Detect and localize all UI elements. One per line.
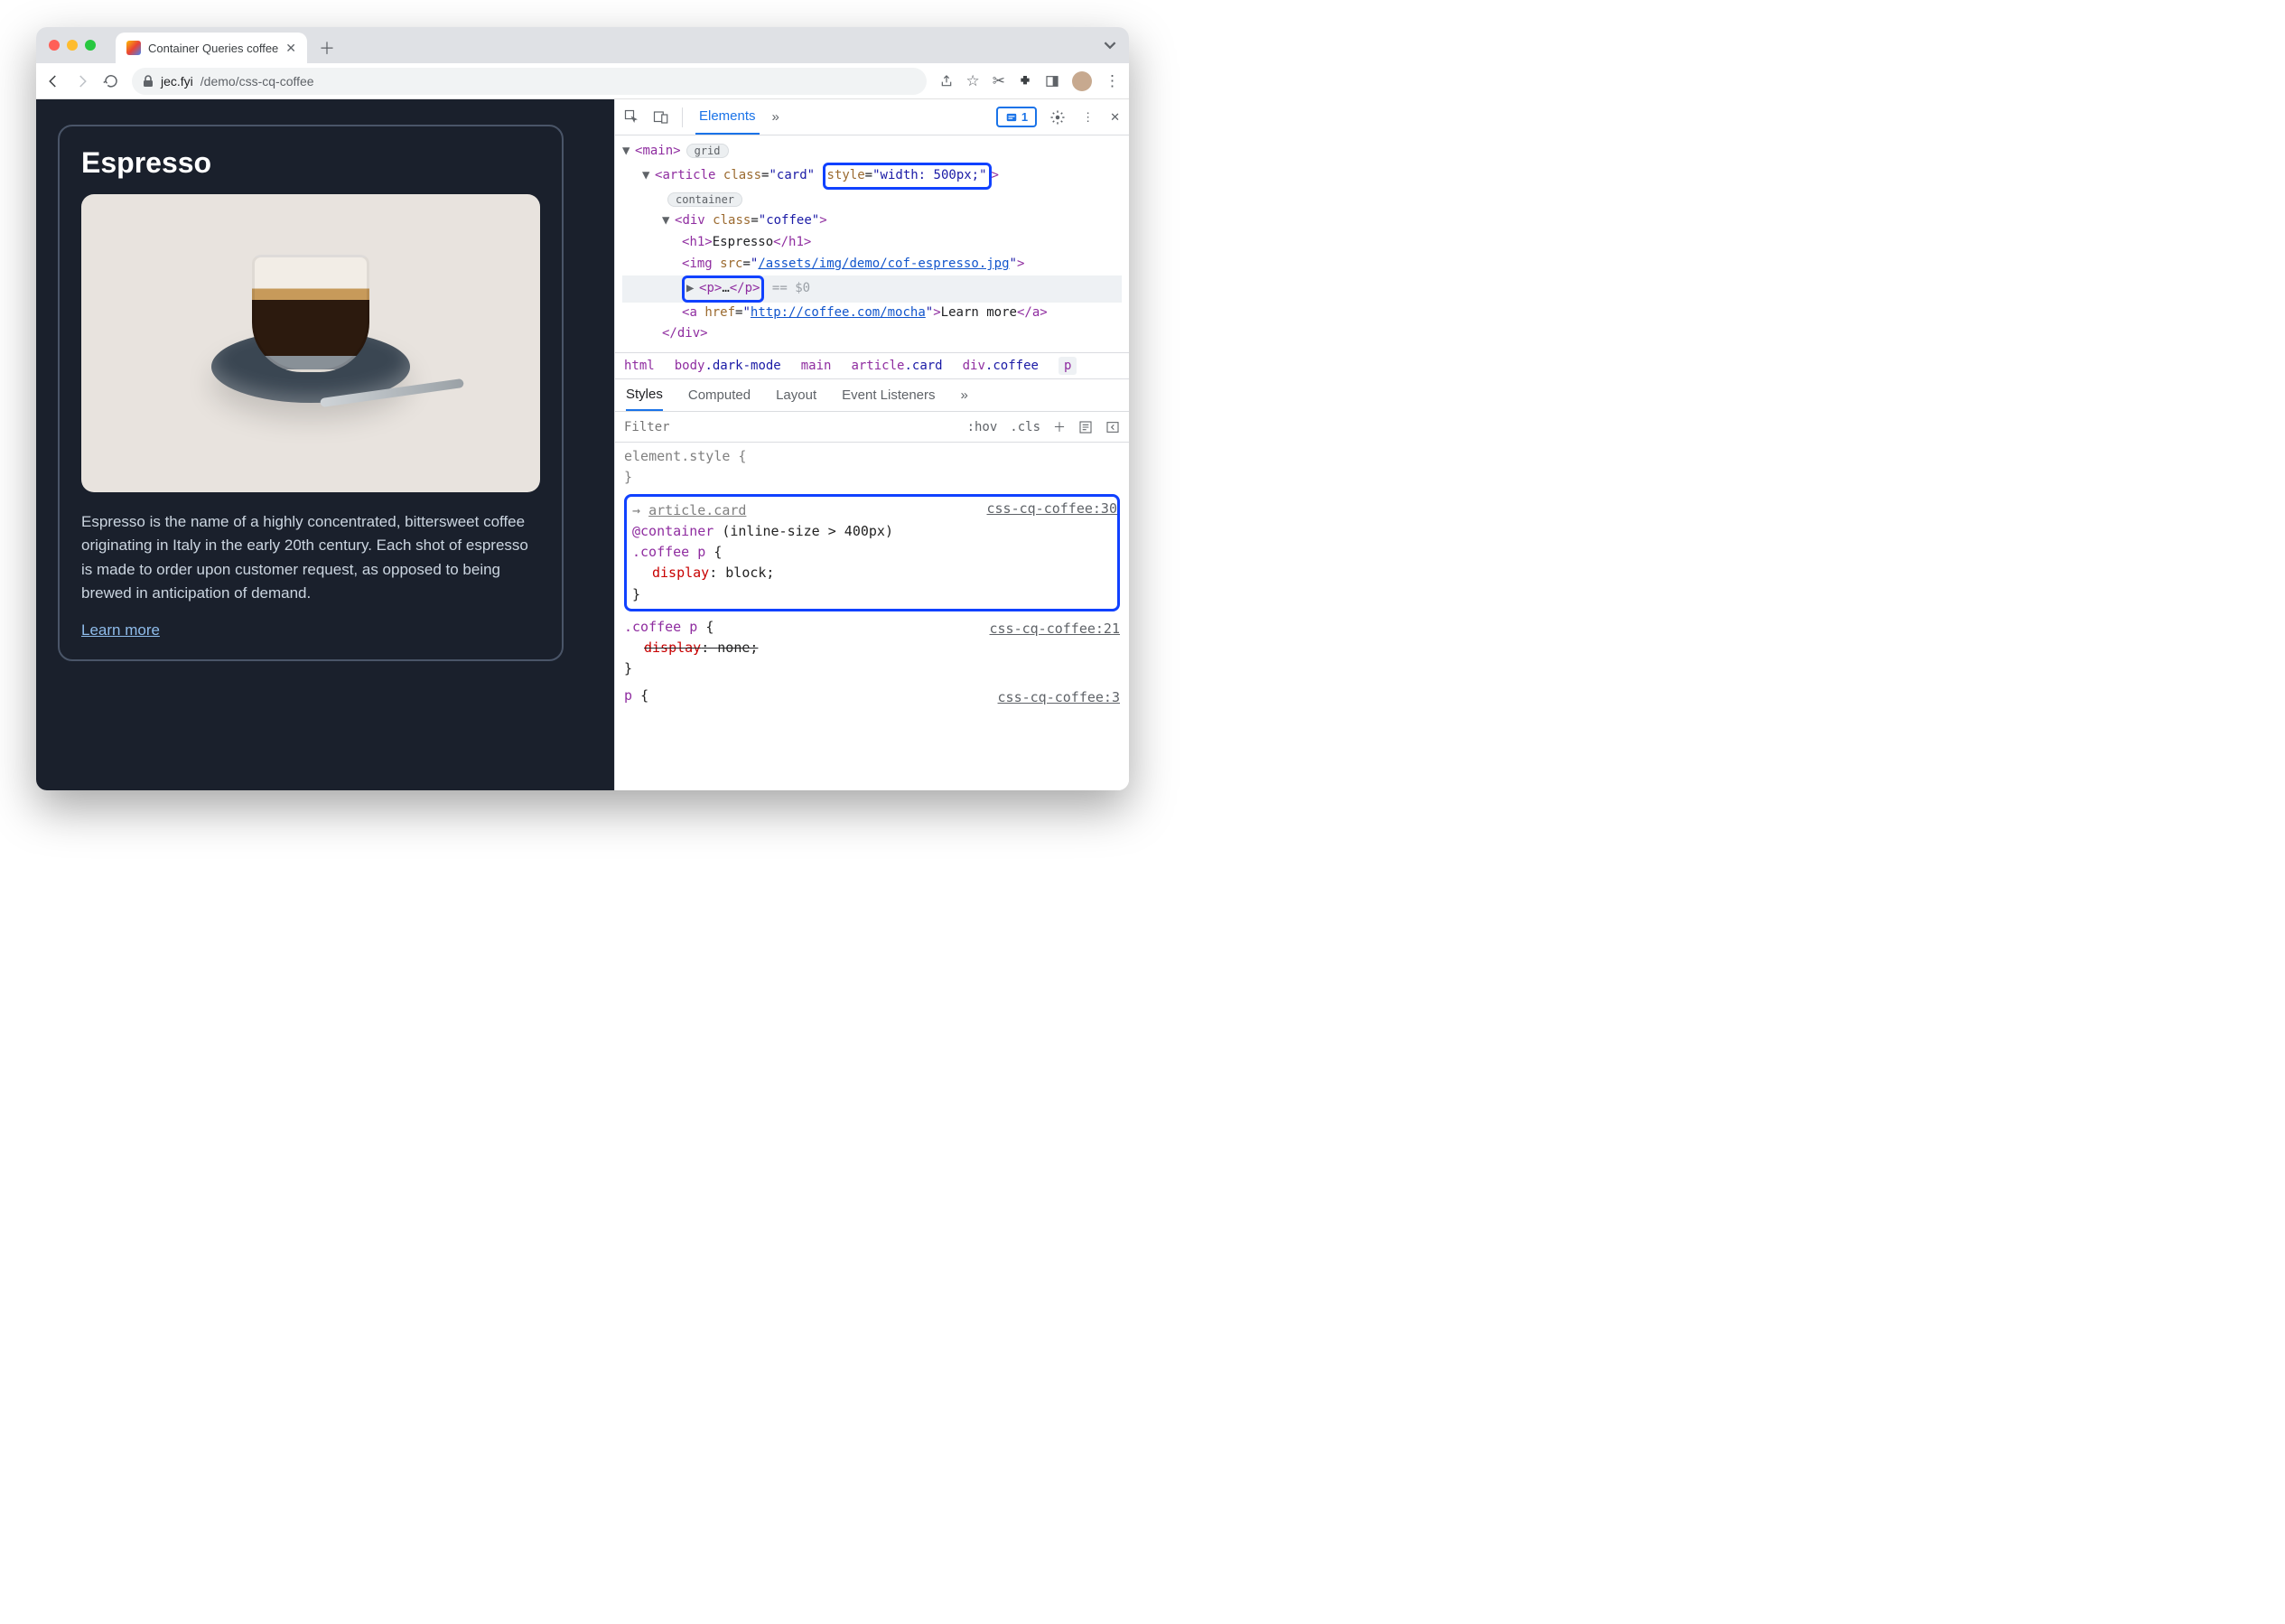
share-icon[interactable]	[939, 74, 954, 89]
hov-toggle[interactable]: :hov	[967, 420, 998, 434]
cls-toggle[interactable]: .cls	[1010, 420, 1040, 434]
styles-subtabs: Styles Computed Layout Event Listeners »	[615, 379, 1129, 412]
rule-source-link[interactable]: css-cq-coffee:30	[987, 499, 1118, 519]
kebab-icon[interactable]: ⋮	[1105, 72, 1120, 90]
overridden-rule: css-cq-coffee:21 .coffee p { display: no…	[624, 617, 1120, 680]
address-bar[interactable]: jec.fyi/demo/css-cq-coffee	[132, 68, 927, 95]
sidepanel-icon[interactable]	[1045, 74, 1059, 89]
maximize-window-icon[interactable]	[85, 40, 96, 51]
url-path: /demo/css-cq-coffee	[201, 74, 314, 89]
issues-badge[interactable]: 1	[996, 107, 1037, 127]
bookmark-icon[interactable]: ☆	[966, 72, 980, 90]
extensions-icon[interactable]	[1018, 74, 1032, 89]
subtab-computed[interactable]: Computed	[688, 387, 751, 403]
card-image	[81, 194, 540, 492]
devtools-close-icon[interactable]: ✕	[1110, 110, 1120, 125]
close-tab-icon[interactable]: ✕	[285, 41, 296, 56]
card-description: Espresso is the name of a highly concent…	[81, 510, 540, 605]
rule-source-link[interactable]: css-cq-coffee:21	[990, 619, 1121, 639]
dom-selected-node: ••• ▶<p>…</p> == $0	[622, 275, 1122, 303]
styles-filter-input[interactable]	[624, 420, 955, 434]
inspect-icon[interactable]	[624, 109, 640, 126]
reload-button[interactable]	[103, 73, 119, 89]
lock-icon	[143, 75, 154, 88]
crumb-html: html	[624, 359, 655, 373]
dom-tree[interactable]: ▼<main>grid ▼<article class="card" style…	[615, 135, 1129, 352]
profile-avatar[interactable]	[1072, 71, 1092, 91]
p-rule: css-cq-coffee:3 p {	[624, 686, 1120, 706]
browser-toolbar: jec.fyi/demo/css-cq-coffee ☆ ✂ ⋮	[36, 63, 1129, 99]
issues-count: 1	[1021, 110, 1028, 124]
settings-icon[interactable]	[1049, 109, 1066, 126]
scissors-icon[interactable]: ✂	[993, 72, 1005, 90]
rendered-page: Espresso Espresso is the name of a highl…	[36, 99, 614, 790]
styles-pane[interactable]: element.style { } css-cq-coffee:30 → art…	[615, 443, 1129, 790]
tab-elements[interactable]: Elements	[695, 99, 760, 135]
new-tab-button[interactable]: ＋	[314, 35, 340, 61]
crumb-div: div.coffee	[963, 359, 1039, 373]
new-rule-icon[interactable]: ＋	[1053, 418, 1066, 436]
devtools-panel: Elements » 1 ⋮ ✕ ▼<main>grid ▼<article c…	[614, 99, 1129, 790]
subtab-layout[interactable]: Layout	[776, 387, 816, 403]
subtab-styles[interactable]: Styles	[626, 379, 663, 411]
coffee-card: Espresso Espresso is the name of a highl…	[58, 125, 564, 661]
subtab-event-listeners[interactable]: Event Listeners	[842, 387, 935, 403]
tabs-more-icon[interactable]: »	[772, 109, 779, 125]
dom-breadcrumb[interactable]: html body.dark-mode main article.card di…	[615, 352, 1129, 379]
crumb-p: p	[1059, 357, 1077, 375]
subtabs-more-icon[interactable]: »	[961, 387, 968, 403]
forward-button	[74, 73, 90, 89]
devtools-kebab-icon[interactable]: ⋮	[1082, 110, 1094, 125]
minimize-window-icon[interactable]	[67, 40, 78, 51]
sidebar-toggle-icon[interactable]	[1105, 420, 1120, 434]
tab-title: Container Queries coffee	[148, 42, 278, 55]
favicon-icon	[126, 41, 141, 55]
styles-filter-bar: :hov .cls ＋	[615, 412, 1129, 443]
container-query-rule: css-cq-coffee:30 → article.card @contain…	[624, 494, 1120, 611]
tabs-overflow-icon[interactable]	[1104, 39, 1116, 51]
rule-source-link[interactable]: css-cq-coffee:3	[998, 687, 1120, 708]
window-controls	[36, 40, 108, 51]
crumb-body: body.dark-mode	[675, 359, 781, 373]
device-toggle-icon[interactable]	[653, 109, 669, 126]
devtools-toolbar: Elements » 1 ⋮ ✕	[615, 99, 1129, 135]
crumb-article: article.card	[851, 359, 942, 373]
computed-toggle-icon[interactable]	[1078, 420, 1093, 434]
url-host: jec.fyi	[161, 74, 193, 89]
browser-tabbar: Container Queries coffee ✕ ＋	[36, 27, 1129, 63]
back-button[interactable]	[45, 73, 61, 89]
element-style-rule: element.style { }	[624, 446, 1120, 489]
crumb-main: main	[801, 359, 832, 373]
learn-more-link[interactable]: Learn more	[81, 621, 160, 639]
close-window-icon[interactable]	[49, 40, 60, 51]
browser-tab[interactable]: Container Queries coffee ✕	[116, 33, 307, 63]
card-title: Espresso	[81, 146, 540, 180]
